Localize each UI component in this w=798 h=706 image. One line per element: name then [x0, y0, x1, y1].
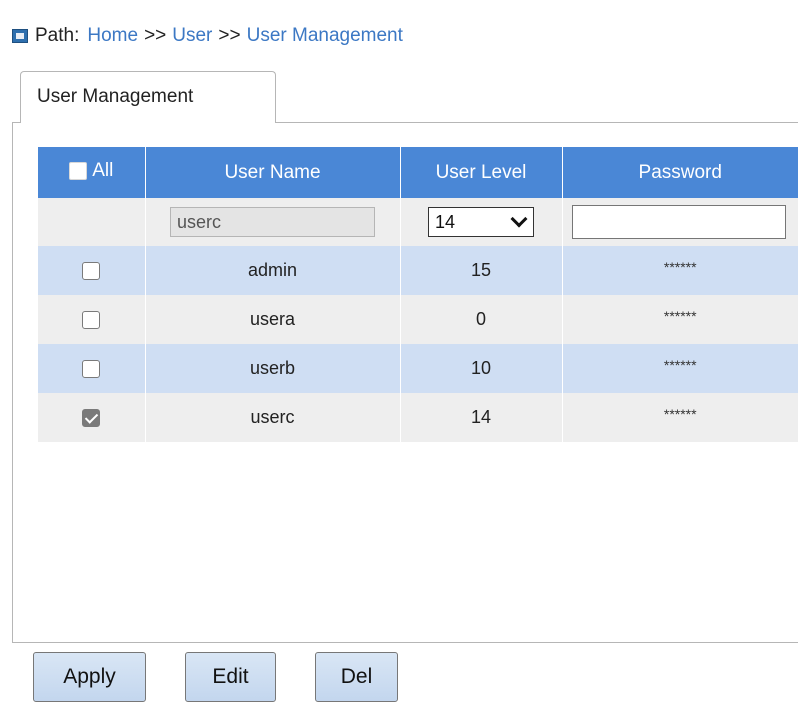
row-checkbox-cell	[38, 344, 145, 393]
breadcrumb-user-management-link[interactable]: User Management	[247, 25, 403, 47]
edit-username-cell	[144, 198, 400, 246]
panel-border	[12, 642, 798, 643]
password-mask: ******	[663, 259, 697, 275]
row-checkbox[interactable]	[82, 360, 101, 379]
breadcrumb: Path: Home >> User >> User Management	[12, 22, 403, 50]
password-mask: ******	[663, 357, 697, 373]
edit-password-cell	[561, 198, 798, 246]
table-row[interactable]: admin 15 ******	[38, 246, 798, 295]
row-checkbox[interactable]	[82, 409, 101, 428]
user-level-select[interactable]: 14	[428, 207, 534, 237]
delete-button[interactable]: Del	[315, 652, 398, 702]
password-input[interactable]	[572, 205, 787, 239]
breadcrumb-separator: >>	[218, 25, 241, 46]
table-row[interactable]: userc 14 ******	[38, 393, 798, 442]
column-header-user-level: User Level	[399, 147, 562, 198]
tab-label: User Management	[37, 86, 194, 107]
tab-user-management[interactable]: User Management	[20, 71, 276, 123]
breadcrumb-home-link[interactable]: Home	[87, 25, 138, 47]
select-all-header: All	[38, 147, 145, 198]
panel-border	[12, 122, 20, 123]
table-row[interactable]: usera 0 ******	[38, 295, 798, 344]
column-header-password: Password	[561, 147, 798, 198]
panel-border	[12, 122, 13, 643]
password-cell: ******	[561, 393, 798, 442]
password-cell: ******	[561, 295, 798, 344]
row-checkbox-cell	[38, 246, 145, 295]
password-cell: ******	[561, 246, 798, 295]
table-header-row: All User Name User Level Password	[38, 147, 798, 198]
password-mask: ******	[663, 308, 697, 324]
edit-button[interactable]: Edit	[185, 652, 276, 702]
user-name-cell: userc	[144, 393, 400, 442]
row-checkbox-cell	[38, 295, 145, 344]
path-box-icon	[12, 29, 28, 43]
row-checkbox[interactable]	[82, 311, 101, 330]
username-input[interactable]	[170, 207, 375, 237]
user-table: All User Name User Level Password 14	[38, 147, 798, 442]
path-label: Path:	[35, 25, 80, 46]
user-level-cell: 0	[399, 295, 562, 344]
password-cell: ******	[561, 344, 798, 393]
edit-row-blank	[38, 198, 145, 246]
user-level-cell: 14	[399, 393, 562, 442]
user-level-cell: 10	[399, 344, 562, 393]
panel-border	[276, 122, 798, 123]
select-all-label: All	[92, 159, 114, 181]
user-name-cell: userb	[144, 344, 400, 393]
row-checkbox-cell	[38, 393, 145, 442]
user-name-cell: admin	[144, 246, 400, 295]
user-level-cell: 15	[399, 246, 562, 295]
user-level-selected-value: 14	[435, 211, 456, 232]
table-row[interactable]: userb 10 ******	[38, 344, 798, 393]
edit-level-cell: 14	[399, 198, 562, 246]
edit-row: 14	[38, 198, 798, 246]
apply-button[interactable]: Apply	[33, 652, 146, 702]
user-name-cell: usera	[144, 295, 400, 344]
column-header-user-name: User Name	[144, 147, 400, 198]
chevron-down-icon	[510, 210, 528, 228]
breadcrumb-separator: >>	[144, 25, 167, 46]
password-mask: ******	[663, 406, 697, 422]
breadcrumb-user-link[interactable]: User	[172, 25, 212, 47]
row-checkbox[interactable]	[82, 262, 101, 281]
select-all-checkbox[interactable]	[69, 161, 88, 180]
